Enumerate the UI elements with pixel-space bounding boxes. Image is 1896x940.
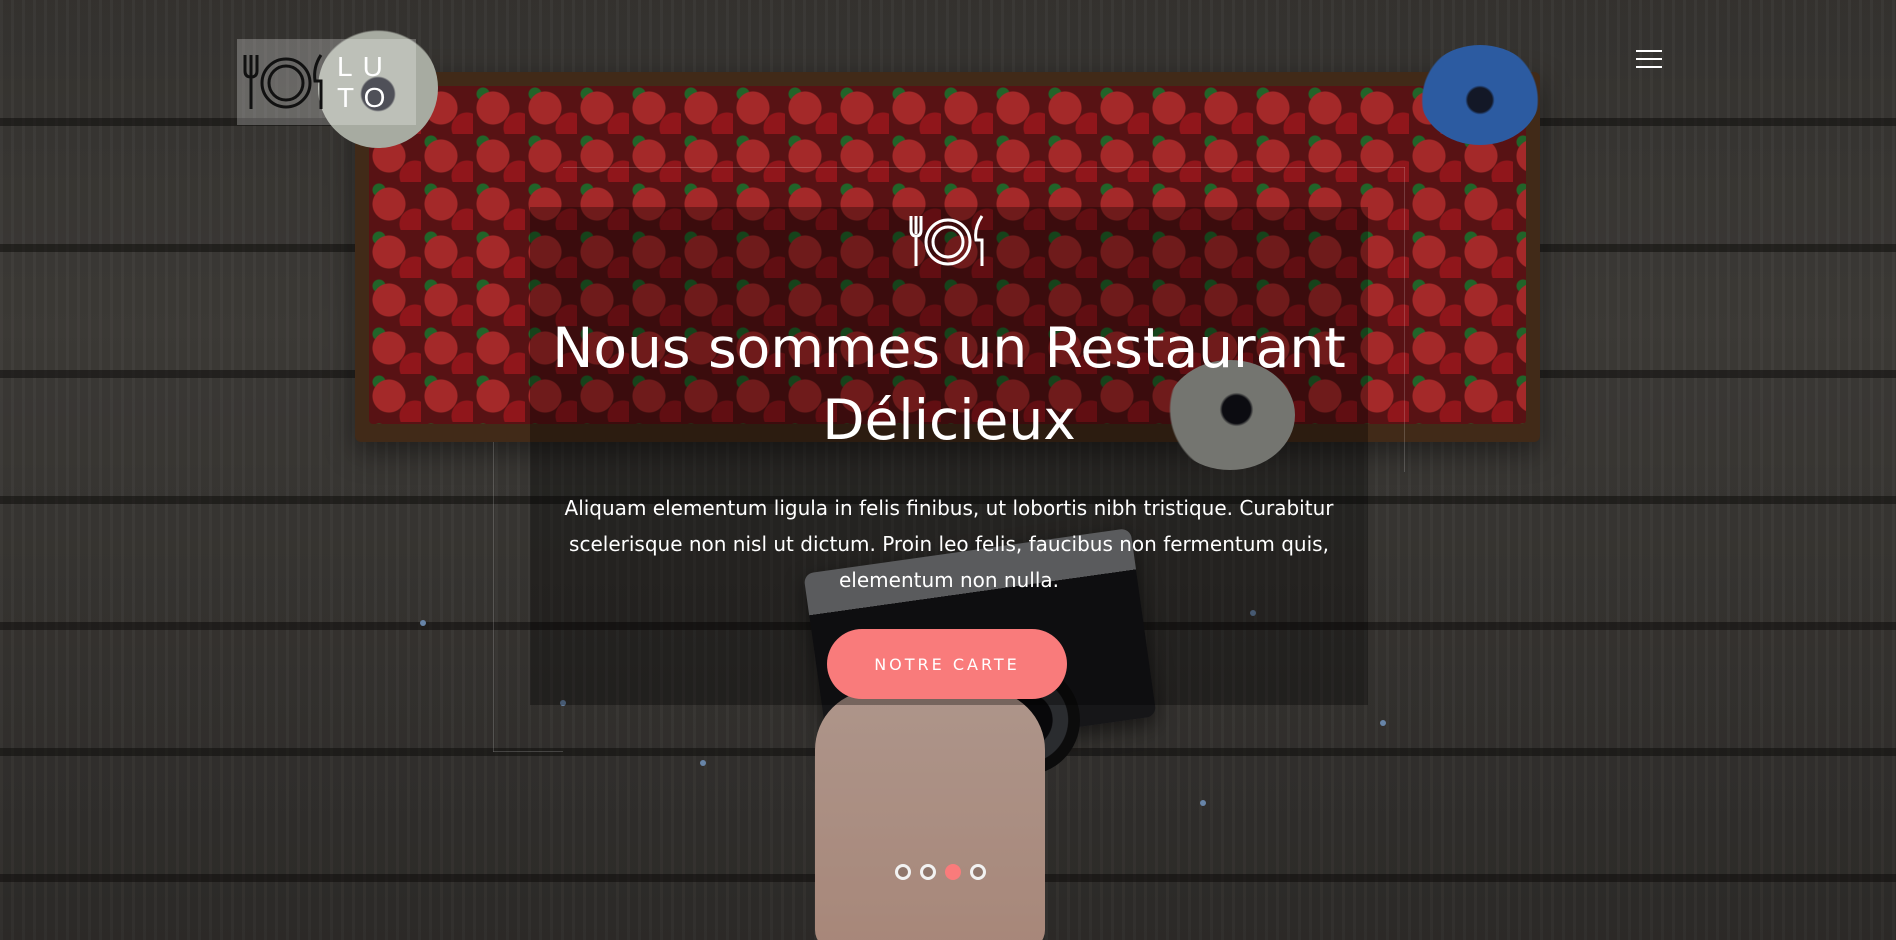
logo-wordmark: LU TO: [337, 51, 395, 113]
slider-dot-2[interactable]: [920, 864, 936, 880]
cutlery-plate-icon: [243, 54, 323, 109]
hamburger-menu-icon[interactable]: [1636, 50, 1662, 70]
slider-pagination: [895, 864, 986, 880]
logo-text-line1: LU: [337, 51, 393, 82]
cutlery-plate-icon: [909, 215, 984, 266]
notre-carte-button[interactable]: NOTRE CARTE: [827, 629, 1067, 699]
site-logo[interactable]: LU TO: [237, 39, 416, 125]
slider-dot-1[interactable]: [895, 864, 911, 880]
slider-dot-4[interactable]: [970, 864, 986, 880]
hero-title-line2: Délicieux: [822, 388, 1076, 452]
hero-description: Aliquam elementum ligula in felis finibu…: [564, 496, 1334, 592]
hero-title: Nous sommes un Restaurant Délicieux: [530, 312, 1368, 456]
logo-text-line2: TO: [337, 82, 396, 113]
slider-dot-3-active[interactable]: [945, 864, 961, 880]
hero-title-line1: Nous sommes un Restaurant: [552, 316, 1346, 380]
